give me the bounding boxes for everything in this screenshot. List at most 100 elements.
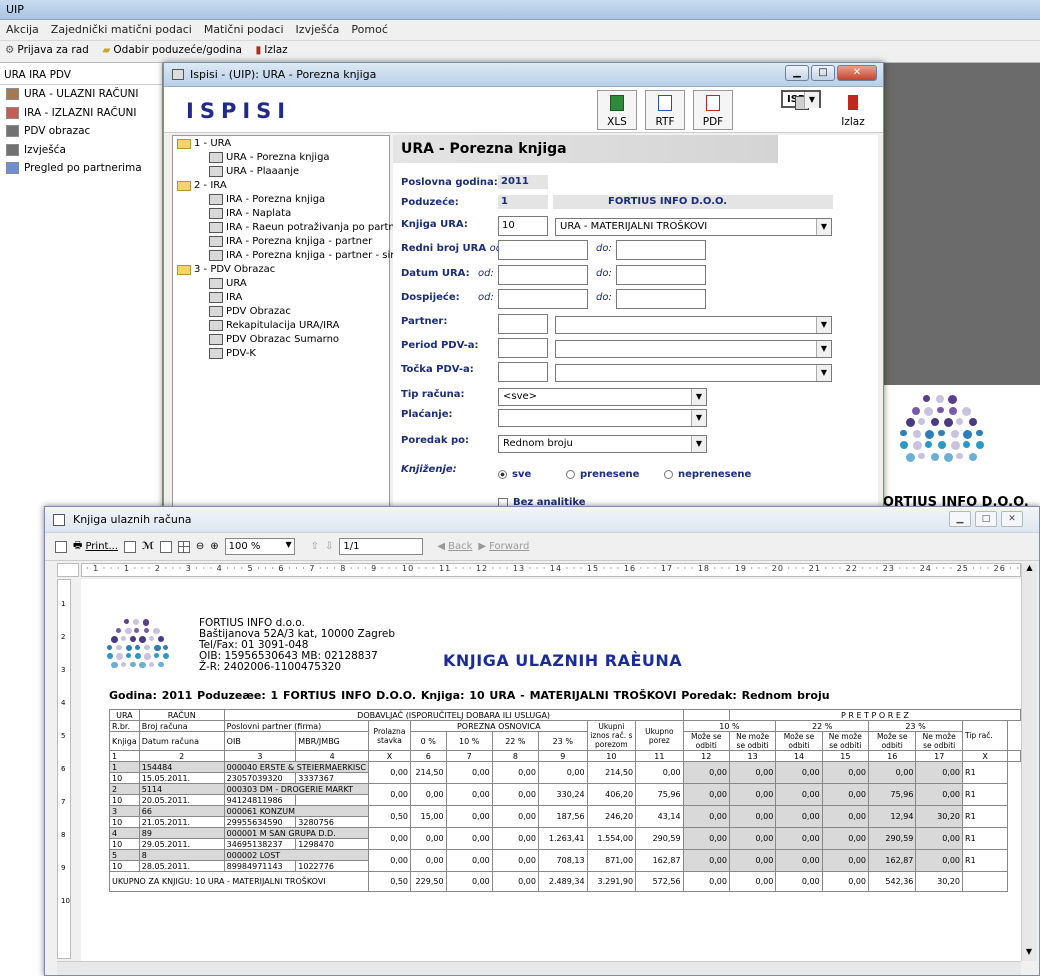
multi-page-button[interactable] xyxy=(177,540,190,553)
zoom-in-button[interactable]: ⊕ xyxy=(210,541,218,552)
table-header-cell: Datum računa xyxy=(138,731,225,751)
radio-prenesene[interactable]: prenesene xyxy=(566,469,639,480)
maximize-button[interactable]: □ xyxy=(811,65,835,81)
table-cell: 187,56 xyxy=(537,805,588,828)
page-input[interactable]: 1/1 xyxy=(339,538,424,555)
report-minimize-button[interactable]: ▁ xyxy=(949,511,971,527)
redni-od-input[interactable] xyxy=(498,240,588,260)
poredak-select[interactable]: Rednom broju xyxy=(498,435,707,453)
table-header-cell: OIB xyxy=(223,731,297,751)
izlaz-button[interactable]: ▮ Izlaz xyxy=(250,41,292,59)
menu-item[interactable]: Pomoć xyxy=(345,20,393,36)
period-select[interactable] xyxy=(555,340,832,358)
tree-folder[interactable]: 3 - PDV Obrazac xyxy=(177,264,275,275)
dospijece-label: Dospijeće: xyxy=(401,292,460,303)
table-cell: 0,00 xyxy=(445,761,493,784)
minimize-button[interactable]: ▁ xyxy=(785,65,809,81)
izlaz-window-button[interactable]: Izlaz xyxy=(833,90,873,130)
scroll-up-arrow[interactable]: ▲ xyxy=(1022,563,1037,577)
sidebar-item[interactable]: IRA - IZLAZNI RAČUNI xyxy=(0,104,162,123)
xls-button[interactable]: XLS xyxy=(597,90,637,130)
tree-folder[interactable]: 2 - IRA xyxy=(177,180,227,191)
dospijece-do-input[interactable] xyxy=(616,289,706,309)
scroll-down-arrow[interactable]: ▼ xyxy=(1022,947,1036,961)
forward-button[interactable]: ▶ Forward xyxy=(478,541,529,552)
knjiga-id-input[interactable]: 10 xyxy=(498,216,548,236)
exit-icon: ▮ xyxy=(255,44,262,56)
partner-select[interactable] xyxy=(555,316,832,334)
back-button[interactable]: ◀ Back xyxy=(437,541,472,552)
table-header-cell: Prolazna stavka xyxy=(367,720,412,751)
zoom-out-button[interactable]: ⊖ xyxy=(196,541,204,552)
tree-report-item[interactable]: URA - Porezna knjiga xyxy=(209,152,330,163)
partner-id-input[interactable] xyxy=(498,314,548,334)
tree-report-item[interactable]: IRA - Naplata xyxy=(209,208,291,219)
tree-report-item[interactable]: IRA - Porezna knjiga xyxy=(209,194,325,205)
find-button[interactable]: ℳ xyxy=(142,541,154,552)
table-cell xyxy=(295,794,369,806)
sidebar-item[interactable]: Izvješća xyxy=(0,141,162,160)
printer-icon xyxy=(209,320,223,331)
table-cell: 43,14 xyxy=(635,805,684,828)
exit-door-icon xyxy=(848,95,858,110)
logo-dot xyxy=(143,627,150,634)
menu-item[interactable]: Matični podaci xyxy=(198,20,290,36)
dospijece-od-input[interactable] xyxy=(498,289,588,309)
tree-report-item[interactable]: PDV Obrazac xyxy=(209,306,291,317)
placanje-select[interactable] xyxy=(498,409,707,427)
tree-report-item[interactable]: URA - Plaaanje xyxy=(209,166,299,177)
tree-report-item[interactable]: IRA - Raeun potraživanja po partneru xyxy=(209,222,411,233)
sidebar-item[interactable]: URA - ULAZNI RAČUNI xyxy=(0,85,162,104)
report-close-button[interactable]: ✕ xyxy=(1001,511,1023,527)
printer-icon xyxy=(795,96,809,110)
tocka-select[interactable] xyxy=(555,364,832,382)
datum-do-input[interactable] xyxy=(616,265,706,285)
report-maximize-button[interactable]: □ xyxy=(975,511,997,527)
vertical-scrollbar[interactable]: ▲ ▼ xyxy=(1021,563,1037,961)
horizontal-scrollbar[interactable] xyxy=(57,961,1021,975)
redni-do-input[interactable] xyxy=(616,240,706,260)
table-cell: 10 xyxy=(109,794,140,806)
sidebar-item[interactable]: PDV obrazac xyxy=(0,122,162,141)
ispis-button[interactable]: ISPIS xyxy=(781,90,821,110)
zoom-select[interactable]: 100 % ▼ xyxy=(224,538,295,555)
pdf-button[interactable]: PDF xyxy=(693,90,733,130)
single-page-button[interactable] xyxy=(159,540,172,553)
tip-select[interactable]: <sve> xyxy=(498,388,707,406)
table-cell: 0,00 xyxy=(775,761,823,784)
period-id-input[interactable] xyxy=(498,338,548,358)
prijava-button[interactable]: ⚙ Prijava za rad xyxy=(0,41,94,59)
tocka-label: Točka PDV-a: xyxy=(401,364,474,375)
prev-page-button[interactable]: ⇧ xyxy=(311,541,319,552)
tree-report-item[interactable]: IRA - Porezna knjiga - partner xyxy=(209,236,372,247)
table-header-cell: POREZNA OSNOVICA xyxy=(410,720,588,732)
rtf-button[interactable]: RTF xyxy=(645,90,685,130)
radio-sve[interactable]: sve xyxy=(498,469,531,480)
tree-report-item[interactable]: PDV Obrazac Sumarno xyxy=(209,334,339,345)
odabir-button[interactable]: ▰ Odabir poduzeće/godina xyxy=(97,41,247,59)
tree-toggle-button[interactable] xyxy=(55,540,67,553)
logo-dot xyxy=(956,418,964,425)
ispisi-window-title: Ispisi - (UIP): URA - Porezna knjiga xyxy=(190,68,377,81)
close-button[interactable]: ✕ xyxy=(837,65,877,81)
print-button[interactable]: 🖶 Print... xyxy=(73,538,118,555)
tree-report-item[interactable]: URA xyxy=(209,278,247,289)
menu-item[interactable]: Akcija xyxy=(0,20,45,36)
tree-report-item[interactable]: PDV-K xyxy=(209,348,256,359)
knjiga-select[interactable]: URA - MATERIJALNI TROŠKOVI xyxy=(555,218,832,236)
table-header-cell: 9 xyxy=(537,750,588,762)
table-cell: 0,00 xyxy=(445,827,493,850)
tree-report-item[interactable]: Rekapitulacija URA/IRA xyxy=(209,320,339,331)
next-page-button[interactable]: ⇩ xyxy=(325,541,333,552)
datum-od-input[interactable] xyxy=(498,265,588,285)
radio-neprenesene[interactable]: neprenesene xyxy=(664,469,751,480)
total-cell: 0,00 xyxy=(821,871,870,892)
tree-report-item[interactable]: IRA xyxy=(209,292,242,303)
poslovna-godina-label: Poslovna godina: xyxy=(401,177,498,188)
tocka-id-input[interactable] xyxy=(498,362,548,382)
menu-item[interactable]: Izvješća xyxy=(290,20,346,36)
copy-button[interactable] xyxy=(124,540,136,553)
menu-item[interactable]: Zajednički matični podaci xyxy=(45,20,198,36)
sidebar-item[interactable]: Pregled po partnerima xyxy=(0,159,162,178)
tree-folder[interactable]: 1 - URA xyxy=(177,138,231,149)
